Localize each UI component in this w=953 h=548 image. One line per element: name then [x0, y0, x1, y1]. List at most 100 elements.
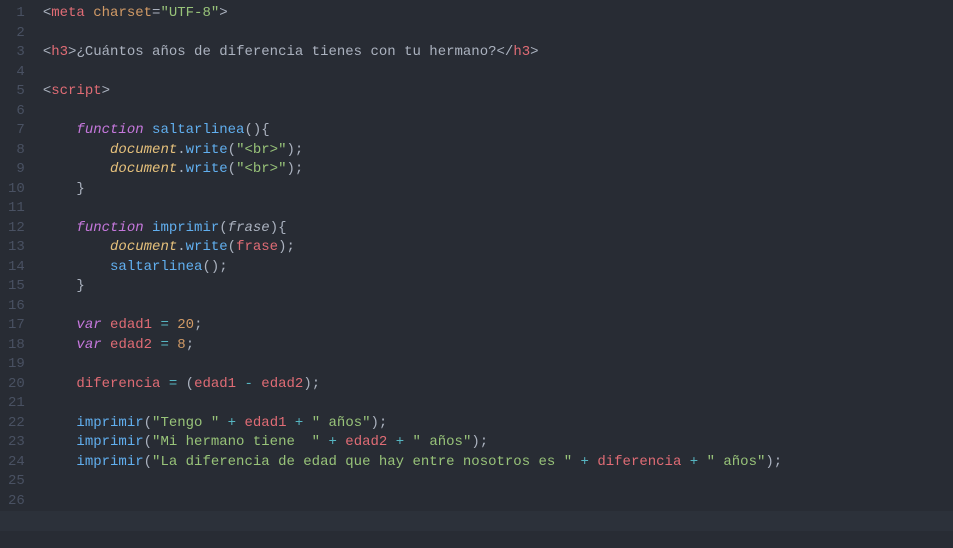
code-line[interactable]: document.write("<br>"); — [43, 160, 953, 180]
token: < — [43, 44, 51, 60]
token: function — [76, 122, 143, 138]
token — [102, 317, 110, 333]
line-number: 15 — [8, 277, 25, 297]
line-number: 19 — [8, 355, 25, 375]
token: h3 — [513, 44, 530, 60]
code-line[interactable] — [43, 24, 953, 44]
token: var — [76, 317, 101, 333]
code-line[interactable]: <script> — [43, 82, 953, 102]
code-line[interactable]: } — [43, 277, 953, 297]
code-line[interactable]: saltarlinea(); — [43, 258, 953, 278]
code-line[interactable] — [43, 63, 953, 83]
token — [698, 454, 706, 470]
code-line[interactable]: diferencia = (edad1 - edad2); — [43, 375, 953, 395]
line-number: 26 — [8, 492, 25, 512]
code-line[interactable] — [43, 355, 953, 375]
token: < — [43, 83, 51, 99]
token: " años" — [413, 434, 472, 450]
token: + — [328, 434, 336, 450]
token — [43, 220, 77, 236]
token: + — [396, 434, 404, 450]
code-line[interactable]: } — [43, 180, 953, 200]
token: edad1 — [110, 317, 152, 333]
line-number: 10 — [8, 180, 25, 200]
token: ( — [228, 161, 236, 177]
token — [43, 415, 77, 431]
line-number: 2 — [8, 24, 25, 44]
line-number: 16 — [8, 297, 25, 317]
token: ); — [278, 239, 295, 255]
token: write — [186, 239, 228, 255]
code-line[interactable] — [43, 199, 953, 219]
line-number: 14 — [8, 258, 25, 278]
code-line[interactable]: var edad1 = 20; — [43, 316, 953, 336]
token: . — [177, 142, 185, 158]
code-editor[interactable]: 1234567891011121314151617181920212223242… — [0, 0, 953, 548]
code-line[interactable]: imprimir("La diferencia de edad que hay … — [43, 453, 953, 473]
token: imprimir — [76, 415, 143, 431]
code-line[interactable]: <h3>¿Cuántos años de diferencia tienes c… — [43, 43, 953, 63]
token: script — [51, 83, 101, 99]
token: charset — [93, 5, 152, 21]
token: saltarlinea — [152, 122, 244, 138]
token: var — [76, 337, 101, 353]
token: ( — [144, 415, 152, 431]
token: 8 — [177, 337, 185, 353]
code-area[interactable]: <meta charset="UTF-8"><h3>¿Cuántos años … — [39, 0, 953, 548]
token: > — [219, 5, 227, 21]
code-line[interactable] — [43, 394, 953, 414]
code-line[interactable]: <meta charset="UTF-8"> — [43, 4, 953, 24]
line-number: 6 — [8, 102, 25, 122]
token: "Tengo " — [152, 415, 219, 431]
code-line[interactable] — [43, 472, 953, 492]
token: + — [690, 454, 698, 470]
code-line[interactable]: var edad2 = 8; — [43, 336, 953, 356]
token: = — [160, 317, 168, 333]
code-line[interactable] — [43, 102, 953, 122]
line-number-gutter: 1234567891011121314151617181920212223242… — [0, 0, 39, 548]
line-number: 20 — [8, 375, 25, 395]
token — [43, 122, 77, 138]
token: diferencia — [597, 454, 681, 470]
token — [43, 278, 77, 294]
token: "UTF-8" — [160, 5, 219, 21]
token: ); — [287, 142, 304, 158]
token — [43, 337, 77, 353]
token: ( — [228, 239, 236, 255]
token — [572, 454, 580, 470]
token: meta — [51, 5, 85, 21]
code-line[interactable] — [43, 297, 953, 317]
token: > — [530, 44, 538, 60]
token: "La diferencia de edad que hay entre nos… — [152, 454, 572, 470]
line-number: 18 — [8, 336, 25, 356]
token: </ — [497, 44, 514, 60]
token: ){ — [270, 220, 287, 236]
code-line[interactable] — [43, 492, 953, 512]
token: document — [110, 161, 177, 177]
token: "Mi hermano tiene " — [152, 434, 320, 450]
token — [102, 337, 110, 353]
token — [43, 434, 77, 450]
code-line[interactable]: document.write("<br>"); — [43, 141, 953, 161]
token: imprimir — [152, 220, 219, 236]
code-line[interactable]: function saltarlinea(){ — [43, 121, 953, 141]
code-line[interactable]: function imprimir(frase){ — [43, 219, 953, 239]
line-number: 22 — [8, 414, 25, 434]
code-line[interactable]: </script>S — [43, 511, 953, 531]
token: edad2 — [345, 434, 387, 450]
token: h3 — [51, 44, 68, 60]
line-number: 7 — [8, 121, 25, 141]
token: write — [186, 142, 228, 158]
token — [404, 434, 412, 450]
token: document — [110, 142, 177, 158]
code-line[interactable]: document.write(frase); — [43, 238, 953, 258]
token — [160, 376, 168, 392]
code-line[interactable]: imprimir("Mi hermano tiene " + edad2 + "… — [43, 433, 953, 453]
token: ); — [303, 376, 320, 392]
token: ; — [194, 317, 202, 333]
token — [43, 376, 77, 392]
token: imprimir — [76, 434, 143, 450]
code-line[interactable]: imprimir("Tengo " + edad1 + " años"); — [43, 414, 953, 434]
token — [43, 317, 77, 333]
token: ( — [228, 142, 236, 158]
